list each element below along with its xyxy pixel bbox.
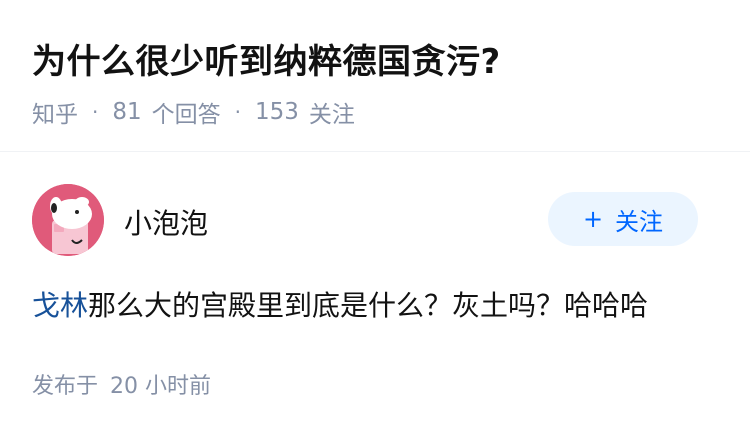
- time-prefix: 发布于: [32, 374, 99, 399]
- question-title[interactable]: 为什么很少听到纳粹德国贪污?: [32, 34, 501, 83]
- answers-label: 个回答: [151, 102, 221, 128]
- follow-button[interactable]: + 关注: [548, 192, 698, 246]
- avatar[interactable]: [32, 184, 104, 256]
- followers-label: 关注: [308, 102, 355, 128]
- source-label[interactable]: 知乎: [32, 95, 78, 129]
- question-meta: 知乎 · 81 个回答 · 153 关注: [32, 95, 355, 129]
- meta-separator: ·: [92, 100, 99, 124]
- author-name[interactable]: 小泡泡: [124, 202, 208, 242]
- followers-count: 153: [255, 99, 299, 125]
- question-header: 为什么很少听到纳粹德国贪污? 知乎 · 81 个回答 · 153 关注: [0, 0, 750, 150]
- content-link[interactable]: 戈林: [32, 289, 88, 322]
- answer-time: 发布于 20 小时前: [32, 368, 211, 400]
- answer-content[interactable]: 戈林那么大的宫殿里到底是什么？灰土吗？哈哈哈: [32, 284, 648, 324]
- answer-card: 小泡泡 + 关注 戈林那么大的宫殿里到底是什么？灰土吗？哈哈哈 发布于 20 小时…: [0, 152, 750, 434]
- content-text: 那么大的宫殿里到底是什么？灰土吗？哈哈哈: [88, 289, 649, 322]
- follow-button-label: 关注: [615, 207, 664, 236]
- plus-icon: +: [582, 205, 604, 233]
- answers-count: 81: [112, 99, 142, 125]
- author-row: 小泡泡 + 关注: [32, 184, 718, 256]
- meta-separator: ·: [234, 100, 241, 124]
- time-value: 20 小时前: [110, 374, 212, 399]
- cartoon-dog-avatar-icon: [32, 184, 104, 256]
